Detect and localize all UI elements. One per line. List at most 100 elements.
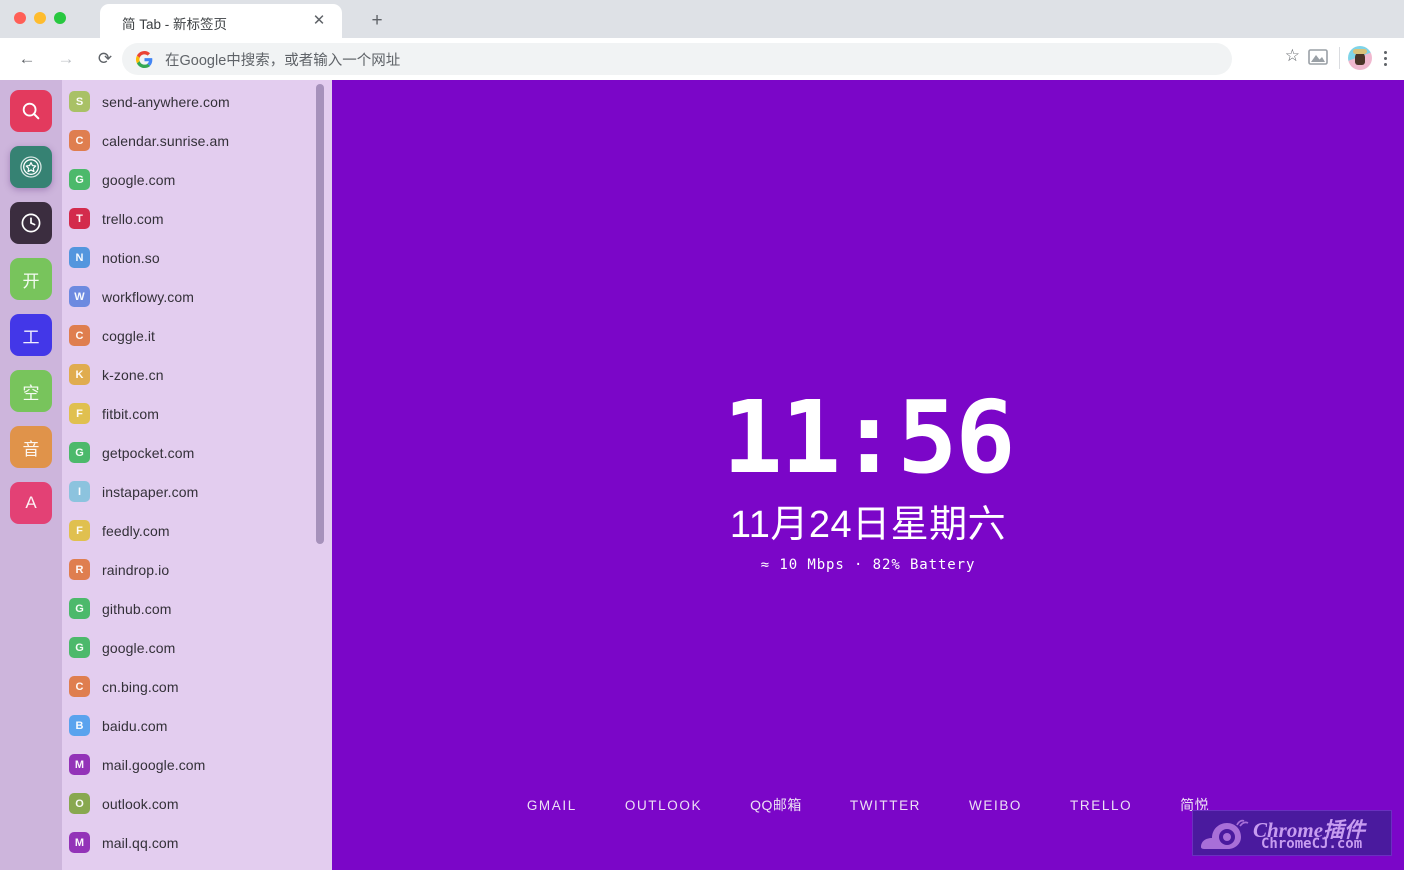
- rail-item-letter-a[interactable]: A: [10, 482, 52, 524]
- rail-item-bookmarks[interactable]: [10, 146, 52, 188]
- bookmark-item[interactable]: Ggoogle.com: [62, 160, 320, 199]
- favicon: K: [69, 364, 90, 385]
- bookmark-item[interactable]: Bbaidu.com: [62, 706, 320, 745]
- favicon: G: [69, 442, 90, 463]
- rail-item-kong[interactable]: 空: [10, 370, 52, 412]
- bookmark-item[interactable]: Ccn.bing.com: [62, 667, 320, 706]
- quick-link[interactable]: GMAIL: [503, 798, 601, 813]
- bookmark-item[interactable]: Ccalendar.sunrise.am: [62, 121, 320, 160]
- quick-link[interactable]: TRELLO: [1046, 798, 1156, 813]
- picture-icon: [1308, 49, 1328, 65]
- bookmark-label: google.com: [102, 639, 176, 656]
- bookmark-label: getpocket.com: [102, 444, 195, 461]
- new-tab-page: 开工空音A Ssend-anywhere.com Ccalendar.sunris…: [0, 80, 1404, 870]
- favicon: B: [69, 715, 90, 736]
- three-dot-menu-icon[interactable]: [1374, 44, 1396, 72]
- bookmark-label: workflowy.com: [102, 288, 195, 305]
- watermark-subtitle: ChromeCJ.com: [1261, 836, 1363, 852]
- extension-sidebar-rail: 开工空音 A: [0, 80, 62, 870]
- bookmark-label: google.com: [102, 171, 176, 188]
- bookmark-label: fitbit.com: [102, 405, 160, 422]
- bookmark-item[interactable]: [62, 862, 320, 870]
- favicon: F: [69, 403, 90, 424]
- bookmark-item[interactable]: Ttrello.com: [62, 199, 320, 238]
- rail-item-search[interactable]: [10, 90, 52, 132]
- favicon: C: [69, 325, 90, 346]
- favicon: R: [69, 559, 90, 580]
- bookmark-item[interactable]: Nnotion.so: [62, 238, 320, 277]
- bookmark-item[interactable]: Rraindrop.io: [62, 550, 320, 589]
- clock-area: 11:56 11月24日星期六 ≈ 10 Mbps · 82% Battery: [332, 80, 1404, 870]
- bookmark-label: mail.qq.com: [102, 834, 179, 851]
- scrollbar-track[interactable]: [316, 80, 328, 870]
- tab-title: 简 Tab - 新标签页: [122, 17, 228, 32]
- bookmark-label: github.com: [102, 600, 172, 617]
- bookmark-label: k-zone.cn: [102, 366, 164, 383]
- rail-item-label: 开: [22, 271, 40, 291]
- bookmark-star-icon[interactable]: ☆: [1285, 46, 1300, 66]
- bookmark-label: raindrop.io: [102, 561, 170, 578]
- favicon: S: [69, 91, 90, 112]
- favicon: T: [69, 208, 90, 229]
- close-window-button[interactable]: [14, 12, 26, 24]
- bookmark-item[interactable]: Iinstapaper.com: [62, 472, 320, 511]
- bookmark-label: baidu.com: [102, 717, 168, 734]
- rail-item-kai[interactable]: 开: [10, 258, 52, 300]
- favicon: W: [69, 286, 90, 307]
- favicon: I: [69, 481, 90, 502]
- address-bar[interactable]: 在Google中搜索，或者输入一个网址: [122, 43, 1232, 75]
- rail-item-history[interactable]: [10, 202, 52, 244]
- extension-image-icon[interactable]: [1308, 48, 1328, 71]
- bookmark-item[interactable]: Ggithub.com: [62, 589, 320, 628]
- bookmark-item[interactable]: Ffeedly.com: [62, 511, 320, 550]
- reload-icon[interactable]: ⟳: [90, 44, 120, 74]
- window-controls: [14, 12, 66, 24]
- favicon: G: [69, 598, 90, 619]
- favicon: C: [69, 676, 90, 697]
- clock-icon: [21, 213, 41, 233]
- quick-link[interactable]: QQ邮箱: [726, 795, 826, 815]
- favicon: M: [69, 754, 90, 775]
- bookmark-item[interactable]: Ooutlook.com: [62, 784, 320, 823]
- bookmark-label: calendar.sunrise.am: [102, 132, 230, 149]
- browser-window: 简 Tab - 新标签页 ✕ + ← → ⟳ 在Google中搜索，或者输入一个…: [0, 0, 1404, 870]
- bookmark-label: instapaper.com: [102, 483, 199, 500]
- badge-star-icon: [20, 156, 42, 178]
- forward-icon[interactable]: →: [51, 44, 81, 74]
- bookmark-label: coggle.it: [102, 327, 156, 344]
- bookmark-item[interactable]: Kk-zone.cn: [62, 355, 320, 394]
- bookmark-item[interactable]: Ffitbit.com: [62, 394, 320, 433]
- bookmark-label: outlook.com: [102, 795, 179, 812]
- bookmark-item[interactable]: Ggetpocket.com: [62, 433, 320, 472]
- bookmark-item[interactable]: Mmail.google.com: [62, 745, 320, 784]
- bookmark-label: trello.com: [102, 210, 164, 227]
- bookmark-label: feedly.com: [102, 522, 170, 539]
- favicon: F: [69, 520, 90, 541]
- clock-status: ≈ 10 Mbps · 82% Battery: [760, 557, 976, 573]
- favicon: G: [69, 637, 90, 658]
- bookmark-item[interactable]: Ccoggle.it: [62, 316, 320, 355]
- tab-close-icon[interactable]: ✕: [310, 12, 328, 30]
- favicon: G: [69, 169, 90, 190]
- bookmark-item[interactable]: Mmail.qq.com: [62, 823, 320, 862]
- bookmark-item[interactable]: Ssend-anywhere.com: [62, 82, 320, 121]
- snail-icon: [1201, 819, 1249, 849]
- maximize-window-button[interactable]: [54, 12, 66, 24]
- clock-date: 11月24日星期六: [729, 504, 1007, 546]
- rail-item-gong[interactable]: 工: [10, 314, 52, 356]
- address-bar-placeholder: 在Google中搜索，或者输入一个网址: [165, 52, 401, 69]
- toolbar-divider: [1339, 47, 1340, 69]
- quick-link[interactable]: OUTLOOK: [601, 798, 726, 813]
- rail-item-yin[interactable]: 音: [10, 426, 52, 468]
- avatar[interactable]: [1348, 46, 1372, 70]
- browser-tab[interactable]: 简 Tab - 新标签页 ✕: [100, 4, 342, 38]
- bookmark-item[interactable]: Ggoogle.com: [62, 628, 320, 667]
- back-icon[interactable]: ←: [12, 44, 42, 74]
- bookmark-item[interactable]: Wworkflowy.com: [62, 277, 320, 316]
- bookmark-label: mail.google.com: [102, 756, 206, 773]
- clock-time: 11:56: [722, 379, 1015, 496]
- minimize-window-button[interactable]: [34, 12, 46, 24]
- quick-link[interactable]: WEIBO: [945, 798, 1046, 813]
- new-tab-icon[interactable]: +: [366, 10, 388, 32]
- quick-link[interactable]: TWITTER: [826, 798, 945, 813]
